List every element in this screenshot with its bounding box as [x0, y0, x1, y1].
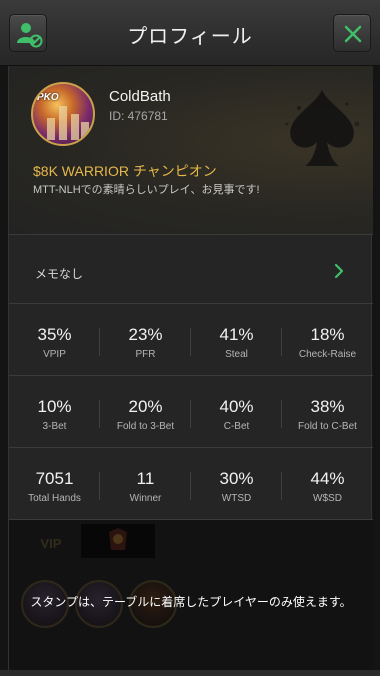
stat-total-hands: 7051 Total Hands	[9, 448, 100, 520]
close-icon	[344, 25, 362, 43]
stat-value: 30%	[219, 469, 254, 488]
stat-label: Winner	[129, 493, 162, 504]
stat-pfr: 23% PFR	[100, 304, 191, 376]
stat-value: 11	[136, 469, 155, 488]
stamp-disabled-message: スタンプは、テーブルに着席したプレイヤーのみ使えます。	[30, 595, 352, 609]
close-button[interactable]	[333, 14, 371, 52]
memo-row[interactable]: メモなし	[9, 234, 373, 304]
stat-3bet: 10% 3-Bet	[9, 376, 100, 448]
stat-label: 3-Bet	[42, 421, 67, 432]
achievement-title: $8K WARRIOR チャンピオン	[33, 163, 217, 179]
stats-row-1: 35% VPIP 23% PFR 41% Steal 18% Check-Rai…	[9, 304, 373, 376]
stat-fold-to-3bet: 20% Fold to 3-Bet	[100, 376, 191, 448]
stat-label: C-Bet	[223, 421, 250, 432]
stat-steal: 41% Steal	[191, 304, 282, 376]
stat-value: 23%	[128, 325, 163, 344]
stat-check-raise: 18% Check-Raise	[282, 304, 373, 376]
bottom-bar	[0, 670, 380, 676]
stat-value: 40%	[219, 397, 254, 416]
stats-row-2: 10% 3-Bet 20% Fold to 3-Bet 40% C-Bet 38…	[9, 376, 373, 448]
achievement-description: MTT-NLHでの素晴らしいプレイ、お見事です!	[33, 184, 260, 196]
stat-vpip: 35% VPIP	[9, 304, 100, 376]
stat-value: 35%	[37, 325, 72, 344]
avatar-badge: PKO	[37, 92, 59, 103]
stat-label: WTSD	[221, 493, 252, 504]
stat-wtsd: 30% WTSD	[191, 448, 282, 520]
stat-label: Total Hands	[28, 493, 81, 504]
stat-value: 41%	[219, 325, 254, 344]
stat-winner: 11 Winner	[100, 448, 191, 520]
memo-label: メモなし	[35, 267, 84, 281]
stat-label: Check-Raise	[298, 349, 357, 360]
stat-value: 10%	[37, 397, 72, 416]
stat-label: VPIP	[43, 349, 66, 360]
stat-label: W$SD	[313, 493, 342, 504]
avatar: PKO	[31, 82, 95, 146]
stat-value: 38%	[310, 397, 345, 416]
profile-panel: PKO ColdBath ID: 476781 $8K WARRIOR チャンピ…	[8, 66, 373, 670]
stat-value: 18%	[310, 325, 345, 344]
spade-icon	[285, 90, 360, 166]
stat-fold-to-cbet: 38% Fold to C-Bet	[282, 376, 373, 448]
header-bar: プロフィール	[0, 0, 380, 66]
stat-value: 20%	[128, 397, 163, 416]
stat-label: Fold to C-Bet	[298, 421, 357, 432]
chevron-right-icon	[334, 263, 344, 279]
stat-label: Fold to 3-Bet	[116, 421, 175, 432]
stats-row-3: 7051 Total Hands 11 Winner 30% WTSD 44% …	[9, 448, 373, 520]
user-id: ID: 476781	[109, 109, 168, 123]
stats-grid: 35% VPIP 23% PFR 41% Steal 18% Check-Rai…	[9, 304, 373, 520]
username: ColdBath	[109, 88, 171, 105]
stat-label: Steal	[225, 349, 248, 360]
stat-value: 44%	[310, 469, 345, 488]
page-title: プロフィール	[127, 26, 253, 48]
stat-wsd: 44% W$SD	[282, 448, 373, 520]
stat-value: 7051	[35, 469, 74, 488]
stamp-area: VIP スタンプは、テーブルに着席したプレイヤーのみ使えます。	[9, 520, 373, 670]
stat-label: PFR	[135, 349, 156, 360]
stat-cbet: 40% C-Bet	[191, 376, 282, 448]
profile-card: PKO ColdBath ID: 476781 $8K WARRIOR チャンピ…	[9, 66, 373, 234]
